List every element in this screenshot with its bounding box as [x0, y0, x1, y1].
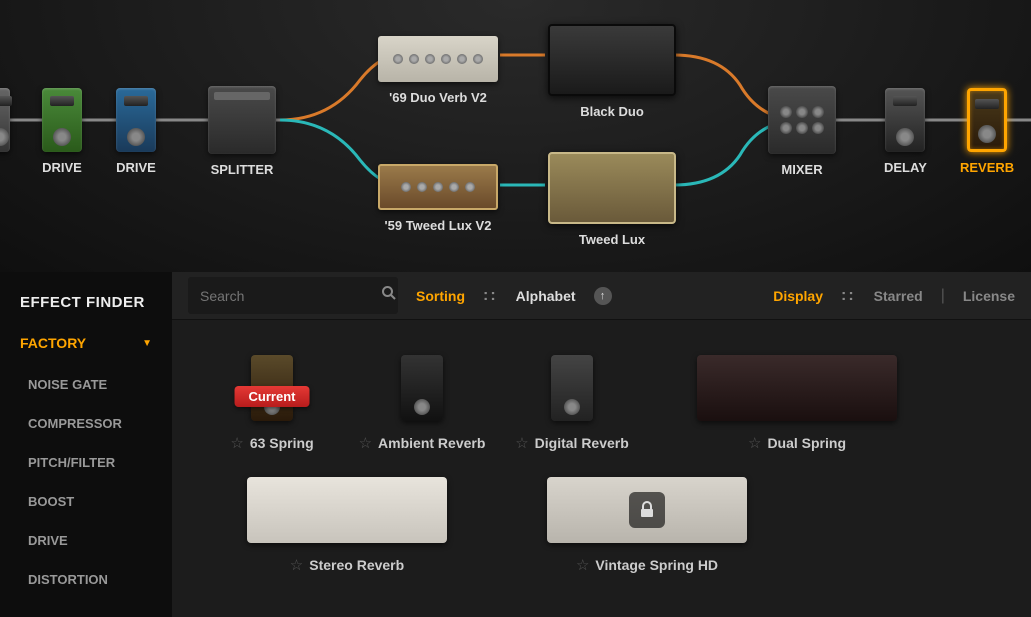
- search-box[interactable]: [188, 277, 398, 314]
- effect-dual-spring[interactable]: ☆ Dual Spring: [652, 350, 942, 452]
- chain-splitter-label: SPLITTER: [208, 162, 276, 177]
- chain-splitter[interactable]: SPLITTER: [208, 86, 276, 177]
- current-badge: Current: [235, 386, 310, 407]
- display-separator-icon: ::: [841, 287, 856, 305]
- chain-reverb[interactable]: REVERB: [960, 88, 1014, 175]
- chevron-down-icon: ▼: [142, 338, 152, 349]
- effect-stereo-reverb[interactable]: ☆ Stereo Reverb: [202, 472, 492, 574]
- effect-vintage-spring-hd[interactable]: ☆ Vintage Spring HD: [502, 472, 792, 574]
- chain-amp-top-label: '69 Duo Verb V2: [378, 90, 498, 105]
- chain-input[interactable]: [0, 88, 10, 152]
- star-icon[interactable]: ☆: [576, 556, 589, 574]
- effect-name: Digital Reverb: [535, 435, 629, 451]
- lock-icon: [629, 492, 665, 528]
- chain-drive-1[interactable]: DRIVE: [42, 88, 82, 175]
- chain-drive-2[interactable]: DRIVE: [116, 88, 156, 175]
- chain-drive-1-label: DRIVE: [42, 160, 82, 175]
- chain-delay-label: DELAY: [884, 160, 927, 175]
- divider-icon: |: [941, 287, 945, 305]
- effects-grid: Current ☆ 63 Spring ☆ Ambient Reverb ☆: [172, 320, 1031, 617]
- chain-amp-bot-label: '59 Tweed Lux V2: [378, 218, 498, 233]
- sidebar-item-noise-gate[interactable]: NOISE GATE: [0, 365, 172, 404]
- effect-name: Stereo Reverb: [309, 557, 404, 573]
- chain-cab-top-label: Black Duo: [548, 104, 676, 119]
- effect-finder-panel: EFFECT FINDER FACTORY ▼ NOISE GATE COMPR…: [0, 272, 1031, 617]
- content-area: Sorting :: Alphabet ↑ Display :: Starred…: [172, 272, 1031, 617]
- star-icon[interactable]: ☆: [359, 434, 372, 452]
- star-icon[interactable]: ☆: [515, 434, 528, 452]
- display-label: Display: [773, 288, 823, 304]
- search-icon: [381, 285, 397, 306]
- chain-cab-bot-label: Tweed Lux: [548, 232, 676, 247]
- sidebar: EFFECT FINDER FACTORY ▼ NOISE GATE COMPR…: [0, 272, 172, 617]
- chain-amp-bot[interactable]: '59 Tweed Lux V2: [378, 164, 498, 233]
- sidebar-item-boost[interactable]: BOOST: [0, 482, 172, 521]
- sorting-label: Sorting: [416, 288, 465, 304]
- chain-amp-top[interactable]: '69 Duo Verb V2: [378, 36, 498, 105]
- chain-mixer[interactable]: MIXER: [768, 86, 836, 177]
- effect-name: Vintage Spring HD: [595, 557, 718, 573]
- effect-name: 63 Spring: [250, 435, 314, 451]
- sidebar-section-factory[interactable]: FACTORY ▼: [0, 335, 172, 365]
- toolbar: Sorting :: Alphabet ↑ Display :: Starred…: [172, 272, 1031, 320]
- effect-63-spring[interactable]: Current ☆ 63 Spring: [202, 350, 342, 452]
- sidebar-item-compressor[interactable]: COMPRESSOR: [0, 404, 172, 443]
- chain-cab-bot[interactable]: Tweed Lux: [548, 152, 676, 247]
- sidebar-title: EFFECT FINDER: [0, 272, 172, 335]
- display-license[interactable]: License: [963, 288, 1015, 304]
- sidebar-item-drive[interactable]: DRIVE: [0, 521, 172, 560]
- chain-delay[interactable]: DELAY: [884, 88, 927, 175]
- search-input[interactable]: [200, 288, 381, 304]
- star-icon[interactable]: ☆: [290, 556, 303, 574]
- effect-digital-reverb[interactable]: ☆ Digital Reverb: [502, 350, 642, 452]
- chain-cab-top[interactable]: Black Duo: [548, 24, 676, 119]
- chain-mixer-label: MIXER: [768, 162, 836, 177]
- signal-chain: DRIVE DRIVE SPLITTER '69 Duo Verb V2 Bla…: [0, 0, 1031, 272]
- sort-direction-button[interactable]: ↑: [594, 287, 612, 305]
- sidebar-item-distortion[interactable]: DISTORTION: [0, 560, 172, 599]
- sidebar-section-label: FACTORY: [20, 335, 86, 351]
- effect-ambient-reverb[interactable]: ☆ Ambient Reverb: [352, 350, 492, 452]
- sidebar-item-pitch-filter[interactable]: PITCH/FILTER: [0, 443, 172, 482]
- star-icon[interactable]: ☆: [748, 434, 761, 452]
- sorting-value[interactable]: Alphabet: [516, 288, 576, 304]
- sorting-separator-icon: ::: [483, 287, 498, 305]
- effect-name: Dual Spring: [767, 435, 846, 451]
- chain-drive-2-label: DRIVE: [116, 160, 156, 175]
- effect-name: Ambient Reverb: [378, 435, 485, 451]
- star-icon[interactable]: ☆: [230, 434, 243, 452]
- chain-reverb-label: REVERB: [960, 160, 1014, 175]
- display-starred[interactable]: Starred: [874, 288, 923, 304]
